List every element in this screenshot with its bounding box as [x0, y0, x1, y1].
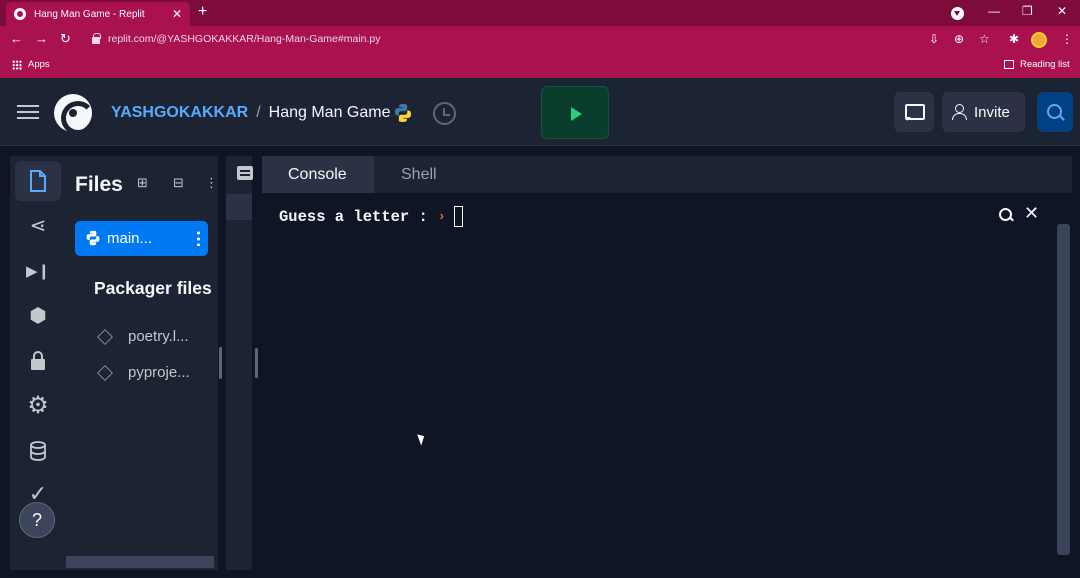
file-icon [30, 170, 46, 192]
packager-file-item[interactable]: poetry.l... [97, 328, 189, 345]
packager-file-item[interactable]: pyproje... [97, 364, 190, 381]
add-folder-icon[interactable]: ⊟ [173, 175, 184, 191]
help-icon: ? [31, 509, 42, 530]
project-title[interactable]: Hang Man Game [269, 104, 391, 122]
new-tab-button[interactable]: + [198, 3, 207, 21]
file-menu-icon[interactable] [197, 230, 200, 246]
console-close-icon[interactable]: ✕ [1024, 203, 1039, 224]
secrets-button[interactable] [15, 341, 61, 381]
console-search-icon[interactable] [999, 208, 1013, 222]
help-button[interactable]: ? [19, 502, 55, 538]
breadcrumb: YASHGOKAKKAR / Hang Man Game [111, 104, 391, 122]
tool-rail: ⋖ ▶❙ ⬢ ⚙ ✓ ? [10, 156, 66, 570]
bookmark-star-icon[interactable]: ☆ [979, 32, 990, 46]
apps-label: Apps [28, 59, 50, 70]
reading-list-icon [1004, 60, 1014, 69]
profile-avatar[interactable] [1031, 32, 1047, 48]
lock-icon [92, 32, 101, 44]
window-close-icon[interactable]: ✕ [1057, 4, 1067, 18]
files-resize-handle[interactable] [219, 347, 222, 379]
breadcrumb-user[interactable]: YASHGOKAKKAR [111, 104, 248, 122]
settings-icon: ⚙ [27, 392, 49, 419]
files-menu-icon[interactable]: ⋮ [205, 175, 218, 191]
file-item-main-py[interactable]: main... [75, 221, 208, 256]
run-button[interactable] [541, 86, 609, 139]
debugger-icon: ▶❙ [25, 262, 51, 280]
pane-splitter[interactable] [255, 348, 258, 378]
files-horizontal-scrollbar[interactable] [66, 556, 214, 568]
prompt-text: Guess a letter : [279, 207, 428, 226]
editor-tabs-icon[interactable] [237, 166, 253, 180]
reading-list-label: Reading list [1020, 59, 1070, 70]
add-file-icon[interactable]: ⊞ [137, 175, 148, 191]
debugger-button[interactable]: ▶❙ [15, 251, 61, 291]
replit-logo-icon[interactable] [54, 94, 95, 135]
tab-console[interactable]: Console [262, 156, 374, 193]
back-icon[interactable]: ← [10, 31, 23, 46]
settings-button[interactable]: ⚙ [15, 386, 61, 426]
tab-title: Hang Man Game - Replit [34, 8, 145, 20]
database-button[interactable] [15, 431, 61, 471]
files-tool-button[interactable] [15, 161, 61, 201]
reading-list-button[interactable]: Reading list [1004, 59, 1070, 70]
add-user-icon [952, 104, 968, 120]
editor-strip [226, 156, 253, 570]
forward-icon[interactable]: → [35, 31, 48, 46]
packages-icon: ⬢ [29, 305, 47, 327]
restore-icon[interactable]: ❐ [1022, 4, 1033, 18]
bookmarks-bar: Apps Reading list [0, 54, 1080, 78]
history-icon[interactable] [433, 102, 456, 125]
hamburger-menu-icon[interactable] [17, 105, 39, 119]
reload-icon[interactable]: ↻ [60, 31, 71, 47]
url-field[interactable]: replit.com/@YASHGOKAKKAR/Hang-Man-Game#m… [92, 32, 381, 45]
browser-tab-strip: Hang Man Game - Replit ✕ + — ❐ ✕ [0, 0, 1080, 26]
invite-button[interactable]: Invite [942, 92, 1025, 132]
packages-button[interactable]: ⬢ [15, 296, 61, 336]
address-bar: ← → ↻ replit.com/@YASHGOKAKKAR/Hang-Man-… [0, 26, 1080, 54]
tab-close-icon[interactable]: ✕ [172, 7, 182, 21]
replit-favicon-icon [14, 8, 26, 20]
tab-console-label: Console [288, 165, 347, 183]
zoom-icon[interactable]: ⊕ [954, 32, 964, 46]
apps-shortcut[interactable]: Apps [12, 59, 50, 70]
breadcrumb-separator: / [256, 104, 261, 121]
browser-menu-icon[interactable]: ⋮ [1061, 32, 1073, 46]
browser-tab[interactable]: Hang Man Game - Replit ✕ [6, 2, 190, 26]
packager-file-name: poetry.l... [128, 328, 189, 345]
prompt-caret-icon: › [437, 209, 446, 224]
python-icon[interactable] [393, 103, 413, 123]
console-output[interactable]: Guess a letter : › ✕ [262, 193, 1072, 570]
apps-grid-icon [12, 59, 22, 70]
database-icon [30, 441, 46, 461]
chat-button[interactable] [894, 92, 934, 132]
version-control-button[interactable]: ⋖ [15, 206, 61, 246]
package-cube-icon [97, 364, 113, 381]
text-cursor[interactable] [453, 206, 463, 227]
package-cube-icon [97, 328, 113, 345]
secrets-icon [31, 351, 45, 370]
play-icon [571, 107, 582, 121]
files-title: Files [75, 173, 123, 196]
url-text: replit.com/@YASHGOKAKKAR/Hang-Man-Game#m… [108, 33, 381, 45]
editor-gutter [226, 194, 252, 220]
console-tab-bar: Console Shell [262, 156, 1072, 193]
tab-shell[interactable]: Shell [375, 156, 465, 193]
search-button[interactable] [1037, 92, 1073, 132]
minimize-icon[interactable]: — [988, 4, 1000, 18]
file-name: main... [107, 230, 153, 247]
tab-shell-label: Shell [401, 165, 437, 183]
packager-files-title: Packager files [94, 278, 212, 298]
python-file-icon [86, 230, 100, 246]
install-icon[interactable]: ⇩ [929, 32, 939, 46]
console-prompt-line: Guess a letter : › [279, 206, 463, 227]
extensions-icon[interactable]: ✱ [1009, 32, 1019, 46]
console-scrollbar[interactable] [1057, 224, 1070, 555]
share-icon: ⋖ [29, 215, 47, 237]
packager-file-name: pyproje... [128, 364, 190, 381]
invite-label: Invite [974, 103, 1010, 121]
files-panel: Files ⊞ ⊟ ⋮ main... Packager files poetr… [66, 156, 222, 570]
tab-search-icon[interactable] [951, 7, 964, 20]
